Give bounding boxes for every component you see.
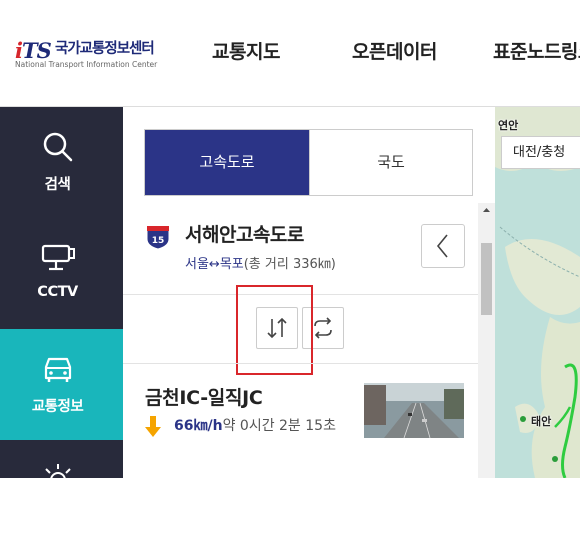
rail-label-search: 검색 — [44, 177, 71, 193]
route-shield-icon: 15 — [146, 225, 170, 250]
chevron-left-icon — [436, 234, 448, 258]
nav-traffic-map[interactable]: 교통지도 — [212, 37, 280, 64]
map-label: 연안 — [498, 119, 519, 132]
top-header: iTS 국가교통정보센터 National Transport Informat… — [0, 0, 580, 107]
rail-item-cctv[interactable]: CCTV — [0, 218, 123, 329]
rail-label-traffic-info: 교통정보 — [31, 399, 84, 415]
car-icon — [44, 357, 72, 382]
back-button[interactable] — [421, 224, 465, 268]
route-endpoints: 서울↔목포 — [185, 257, 244, 272]
tab-highway[interactable]: 고속도로 — [145, 130, 309, 195]
down-arrow-icon — [145, 416, 161, 437]
route-name: 서해안고속도로 — [185, 224, 304, 246]
highlight-box — [236, 285, 313, 375]
side-rail: 검색 CCTV 교통정보 — [0, 107, 123, 488]
route-summary: 서울↔목포(총 거리 336㎞) — [185, 253, 336, 272]
scroll-up-icon[interactable] — [478, 203, 495, 217]
segment-info: 66㎞/h약 0시간 2분 15초 — [174, 415, 336, 435]
rail-item-traffic-info[interactable]: 교통정보 — [0, 329, 123, 440]
rail-label-cctv: CCTV — [37, 284, 78, 300]
sun-icon — [42, 464, 74, 488]
scrollbar-thumb[interactable] — [481, 243, 492, 315]
rail-item-search[interactable]: 검색 — [0, 107, 123, 218]
segment-title[interactable]: 금천IC-일직JC — [145, 383, 263, 410]
nav-standard-node-link[interactable]: 표준노드링크 — [493, 37, 580, 64]
cctv-camera-icon — [41, 244, 75, 271]
route-shield-number: 15 — [152, 236, 165, 246]
route-distance: (총 거리 336㎞) — [243, 257, 336, 272]
segment-speed: 66 — [174, 418, 194, 434]
site-logo[interactable]: iTS 국가교통정보센터 National Transport Informat… — [15, 36, 185, 72]
cctv-thumbnail[interactable] — [364, 383, 464, 438]
tab-national-road[interactable]: 국도 — [309, 130, 472, 195]
segment-speed-unit: ㎞/h — [193, 418, 223, 434]
rail-item-weather[interactable] — [0, 440, 123, 551]
nav-open-data[interactable]: 오픈데이터 — [352, 37, 437, 64]
search-icon — [43, 132, 73, 162]
logo-title-kr: 국가교통정보센터 — [55, 41, 155, 57]
map-view[interactable]: 연안 대전/충청 태안 — [495, 107, 580, 478]
logo-title-en: National Transport Information Center — [15, 60, 158, 69]
road-type-tabs: 고속도로 국도 — [144, 129, 473, 196]
segment-time: 약 0시간 2분 15초 — [222, 418, 336, 434]
region-select-button[interactable]: 대전/충청 — [501, 136, 580, 169]
map-label: 태안 — [531, 415, 552, 428]
cctv-thumbnail-image — [364, 383, 464, 438]
traffic-info-panel: 고속도로 국도 15 서해안고속도로 서울↔목포(총 거리 336㎞) 금천IC… — [123, 107, 495, 478]
divider — [123, 363, 478, 364]
